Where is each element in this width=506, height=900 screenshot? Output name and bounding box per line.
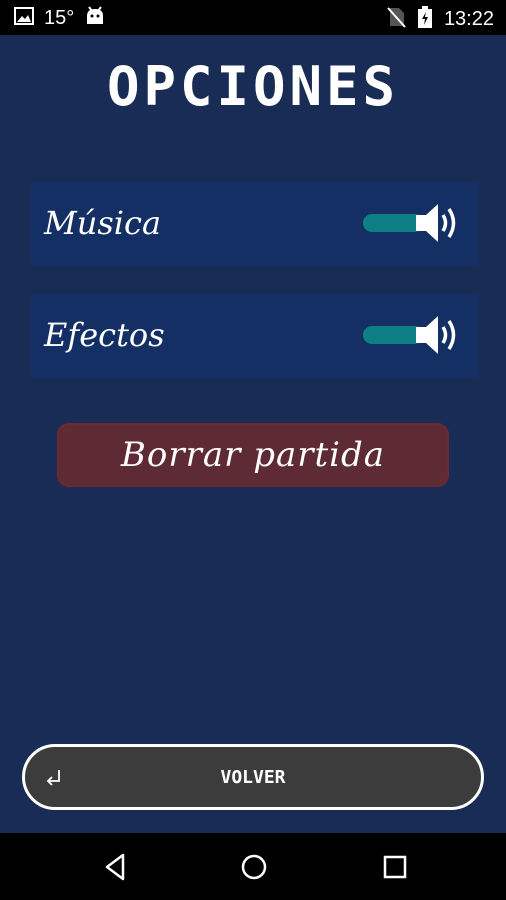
effects-label: Efectos xyxy=(44,316,165,354)
effects-option-row: Efectos xyxy=(30,294,478,378)
music-label: Música xyxy=(44,204,162,242)
status-bar-left: 15° xyxy=(14,6,106,30)
options-screen: OPCIONES Música Efectos Borrar partida V… xyxy=(0,35,506,833)
temperature-label: 15° xyxy=(44,7,75,29)
music-option-row: Música xyxy=(30,182,478,266)
battery-charging-icon xyxy=(417,6,432,32)
delete-game-button[interactable]: Borrar partida xyxy=(57,423,449,487)
home-circle-icon[interactable] xyxy=(239,852,269,882)
status-bar-right: 13:22 xyxy=(386,6,494,32)
speaker-icon[interactable] xyxy=(412,200,462,246)
no-sim-icon xyxy=(386,6,406,32)
clock: 13:22 xyxy=(443,8,494,30)
status-bar: 15° 13:22 xyxy=(0,0,506,35)
back-triangle-icon[interactable] xyxy=(101,852,131,882)
back-button-label: VOLVER xyxy=(220,766,286,788)
image-icon xyxy=(14,6,34,30)
navigation-bar xyxy=(0,833,506,900)
page-title: OPCIONES xyxy=(106,55,400,118)
android-icon xyxy=(84,6,106,30)
recents-square-icon[interactable] xyxy=(380,852,410,882)
speaker-icon[interactable] xyxy=(412,312,462,358)
back-button[interactable]: VOLVER xyxy=(22,744,484,810)
